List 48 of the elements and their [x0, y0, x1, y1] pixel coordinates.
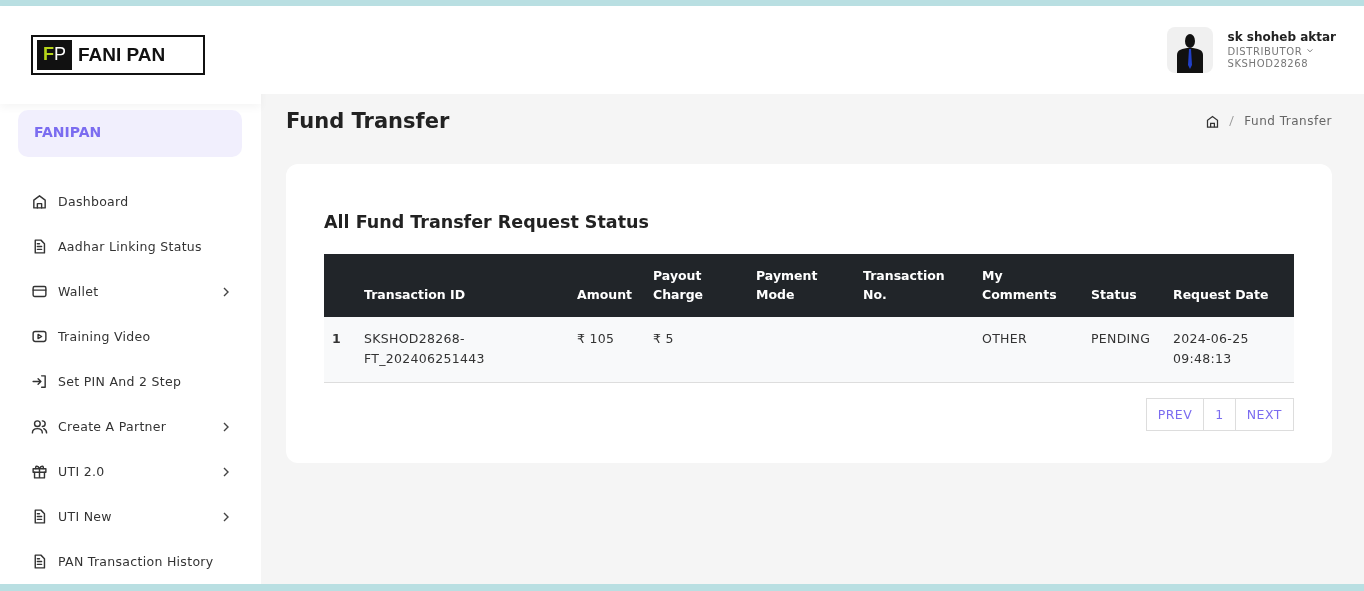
chevron-icon — [221, 466, 231, 477]
brand-label: FANIPAN — [18, 109, 242, 157]
table-cell: ₹ 105 — [577, 331, 615, 346]
column-header: Request Date — [1173, 287, 1269, 302]
menu-item[interactable]: PAN Transaction History — [0, 539, 261, 584]
table-cell: SKSHOD28268-FT_202406251443 — [364, 331, 485, 366]
user-id: SKSHOD28268 — [1227, 57, 1310, 70]
page-title: Fund Transfer — [286, 109, 450, 133]
avatar[interactable] — [1167, 27, 1214, 73]
menu-item[interactable]: Create A Partner — [0, 404, 261, 449]
menu-item[interactable]: UTI New — [0, 494, 261, 539]
chevron-icon — [221, 286, 231, 297]
chevron-icon — [221, 421, 231, 432]
menu-item[interactable]: Training Video — [0, 314, 261, 359]
card-title: All Fund Transfer Request Status — [324, 212, 650, 232]
table-cell: PENDING — [1091, 331, 1151, 346]
table-cell: OTHER — [982, 331, 1027, 346]
home-icon — [31, 193, 48, 210]
home-icon[interactable] — [1205, 113, 1221, 129]
menu-item[interactable]: Set PIN And 2 Step — [0, 359, 261, 404]
column-header: Amount — [577, 287, 633, 302]
video-icon — [31, 328, 48, 345]
card-icon — [31, 283, 48, 300]
table-cell: 1 — [332, 331, 341, 346]
column-header: Transaction ID — [364, 287, 466, 302]
chevron-down-icon — [1306, 46, 1314, 55]
column-header: Payment Mode — [756, 268, 818, 302]
gift-icon — [31, 463, 48, 480]
users-icon — [31, 418, 48, 435]
pagination-button[interactable]: 1 — [1203, 398, 1236, 431]
pagination-button[interactable]: PREV — [1145, 398, 1205, 431]
column-header: My Comments — [982, 268, 1057, 302]
column-header: Transaction No. — [863, 268, 945, 302]
pagination-button[interactable]: NEXT — [1234, 398, 1294, 431]
login-icon — [31, 373, 48, 390]
user-role-dropdown[interactable]: DISTRIBUTOR — [1227, 45, 1336, 58]
menu-item[interactable]: Aadhar Linking Status — [0, 224, 261, 269]
column-header: Payout Charge — [653, 268, 704, 302]
logo: FP FANI PAN — [31, 34, 205, 75]
column-header: Status — [1091, 287, 1137, 302]
table-cell: ₹ 5 — [653, 331, 674, 346]
menu-item[interactable]: Wallet — [0, 269, 261, 314]
chevron-icon — [221, 511, 231, 522]
menu-item[interactable]: UTI 2.0 — [0, 449, 261, 494]
breadcrumb-item: Fund Transfer — [1244, 114, 1332, 128]
table-cell: 2024-06-25 09:48:13 — [1173, 331, 1249, 366]
menu-item[interactable]: Dashboard — [0, 179, 261, 224]
user-name: sk shoheb aktar — [1227, 30, 1336, 43]
